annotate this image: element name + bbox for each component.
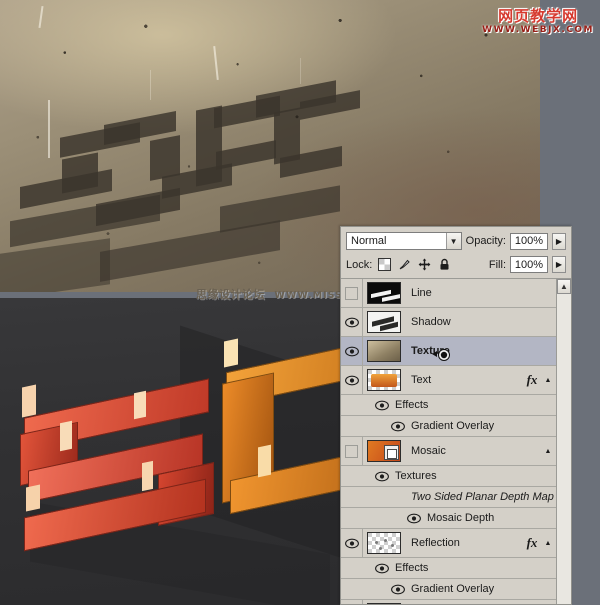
layer-name[interactable]: Reflection <box>405 537 522 549</box>
eye-hidden-toggle[interactable] <box>341 437 363 465</box>
blend-mode-select[interactable]: Normal ▼ <box>346 232 462 250</box>
layer-sub-name[interactable]: Textures <box>391 470 437 482</box>
layer-sub-row-two-sided-planar-depth-map[interactable]: Two Sided Planar Depth Map <box>341 487 556 508</box>
layer-effects-fx-icon[interactable]: fx <box>522 372 542 388</box>
layer-sub-name[interactable]: Gradient Overlay <box>407 420 494 432</box>
eye-visibility-icon[interactable] <box>341 600 363 604</box>
layer-name[interactable]: Mosaic <box>405 445 522 457</box>
layer-sub-name[interactable]: Effects <box>391 399 428 411</box>
layer-row-line[interactable]: Line <box>341 279 556 308</box>
scroll-up-arrow-icon[interactable]: ▲ <box>557 279 571 294</box>
layer-thumbnail[interactable] <box>363 369 405 391</box>
layer-row-background[interactable]: Background <box>341 600 556 604</box>
layer-row-mosaic[interactable]: Mosaic ▲ <box>341 437 556 466</box>
eye-visibility-icon[interactable] <box>341 366 363 394</box>
eye-visibility-icon[interactable] <box>391 584 407 595</box>
layer-sub-row-effects[interactable]: Effects <box>341 558 556 579</box>
layer-row-text[interactable]: Text fx ▲ <box>341 366 556 395</box>
layer-sub-name[interactable]: Two Sided Planar Depth Map <box>407 491 554 503</box>
opacity-label: Opacity: <box>465 235 506 247</box>
eye-visibility-icon[interactable] <box>407 513 423 524</box>
layer-name[interactable]: Line <box>405 287 522 299</box>
layer-name[interactable]: Texture <box>405 345 522 357</box>
lock-label: Lock: <box>346 258 373 271</box>
layer-row-shadow[interactable]: Shadow <box>341 308 556 337</box>
lock-transparent-pixels-icon[interactable] <box>378 258 392 271</box>
fill-label: Fill: <box>488 258 506 271</box>
eye-visibility-icon[interactable] <box>341 308 363 336</box>
layer-name[interactable]: Text <box>405 374 522 386</box>
layers-panel-controls: Normal ▼ Opacity: 100% ▶ Lock: Fill: 100… <box>341 227 571 278</box>
document-canvas: 网页教学网 WWW.WEBJX.COM 思缘设计论坛 WWW.MISSYUAN.… <box>0 0 600 605</box>
layer-sub-row-textures[interactable]: Textures <box>341 466 556 487</box>
eye-visibility-icon[interactable] <box>375 471 391 482</box>
fill-group: Fill: 100% ▶ <box>489 256 566 273</box>
eye-visibility-icon[interactable] <box>375 563 391 574</box>
eye-visibility-icon[interactable] <box>341 529 363 557</box>
layer-sub-row-mosaic-depth[interactable]: Mosaic Depth <box>341 508 556 529</box>
layer-sub-row-gradient-overlay[interactable]: Gradient Overlay <box>341 579 556 600</box>
layer-sub-name[interactable]: Mosaic Depth <box>423 512 494 524</box>
layer-name[interactable]: Shadow <box>405 316 522 328</box>
layer-expand-collapse-icon[interactable]: ▲ <box>542 448 554 455</box>
layers-list[interactable]: Line Shadow Texture Text fx ▲ Effects Gradient … <box>341 279 556 604</box>
eye-visibility-icon[interactable] <box>375 400 391 411</box>
layers-scrollbar[interactable]: ▲ <box>556 279 571 604</box>
layer-expand-collapse-icon[interactable]: ▲ <box>542 377 554 384</box>
lock-image-pixels-icon[interactable] <box>398 258 411 271</box>
layer-thumbnail[interactable] <box>363 282 405 304</box>
eye-visibility-icon[interactable] <box>391 421 407 432</box>
lock-fill-row: Lock: Fill: 100% ▶ <box>346 254 566 278</box>
lock-buttons-group <box>378 258 451 271</box>
blend-opacity-row: Normal ▼ Opacity: 100% ▶ <box>346 232 566 250</box>
chevron-down-icon[interactable]: ▼ <box>445 233 461 249</box>
opacity-input[interactable]: 100% <box>510 232 548 250</box>
layer-row-texture[interactable]: Texture <box>341 337 556 366</box>
layer-thumbnail[interactable] <box>363 311 405 333</box>
layers-panel: Normal ▼ Opacity: 100% ▶ Lock: Fill: 100… <box>340 226 572 605</box>
layer-effects-fx-icon[interactable]: fx <box>522 535 542 551</box>
fill-input[interactable]: 100% <box>510 256 548 273</box>
layer-sub-name[interactable]: Effects <box>391 562 428 574</box>
layer-row-reflection[interactable]: Reflection fx ▲ <box>341 529 556 558</box>
layer-sub-row-gradient-overlay[interactable]: Gradient Overlay <box>341 416 556 437</box>
fill-stepper-icon[interactable]: ▶ <box>552 256 566 273</box>
layer-expand-collapse-icon[interactable]: ▲ <box>542 540 554 547</box>
scrollbar-track[interactable] <box>557 294 571 604</box>
lock-position-move-icon[interactable] <box>418 258 431 271</box>
layer-thumbnail[interactable] <box>363 340 405 362</box>
blend-mode-value: Normal <box>351 235 387 247</box>
eye-hidden-toggle[interactable] <box>341 279 363 307</box>
layer-thumbnail[interactable] <box>363 532 405 554</box>
layer-sub-row-effects[interactable]: Effects <box>341 395 556 416</box>
letter-s-3d <box>18 356 228 552</box>
layer-thumbnail[interactable] <box>363 603 405 604</box>
opacity-stepper-icon[interactable]: ▶ <box>552 232 566 250</box>
layer-sub-name[interactable]: Gradient Overlay <box>407 583 494 595</box>
eye-visibility-icon[interactable] <box>341 337 363 365</box>
layer-thumbnail[interactable] <box>363 440 405 462</box>
layers-list-container: Line Shadow Texture Text fx ▲ Effects Gradient … <box>341 278 571 604</box>
lock-all-icon[interactable] <box>438 258 451 271</box>
